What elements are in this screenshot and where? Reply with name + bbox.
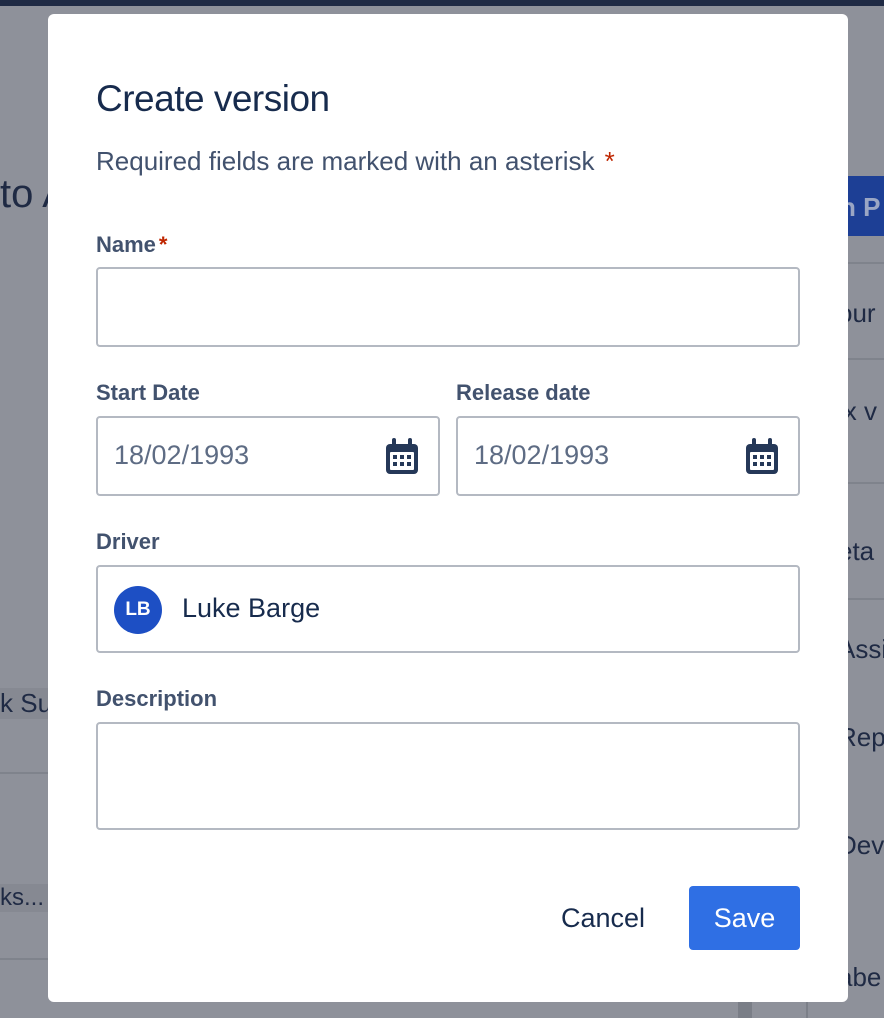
cancel-button[interactable]: Cancel (538, 886, 668, 950)
dialog-title: Create version (96, 78, 330, 119)
calendar-icon[interactable] (744, 438, 780, 476)
release-date-label: Release date (456, 380, 591, 405)
required-note-text: Required fields are marked with an aster… (96, 146, 595, 176)
background-divider (848, 482, 884, 484)
background-list-item: k Su (0, 688, 48, 719)
release-date-input[interactable]: 18/02/1993 (456, 416, 800, 496)
app-top-bar (0, 0, 884, 6)
start-date-label: Start Date (96, 380, 200, 405)
background-side-item: abe (848, 962, 882, 992)
background-primary-button: n P (848, 176, 884, 236)
save-button[interactable]: Save (689, 886, 800, 950)
name-label-text: Name (96, 232, 156, 257)
background-side-item: ix v (848, 396, 877, 426)
background-side-item: Assi (848, 634, 884, 664)
background-divider (848, 358, 884, 360)
required-asterisk: * (158, 232, 168, 257)
background-divider (848, 262, 884, 264)
background-side-item: our (848, 298, 876, 328)
required-fields-note: Required fields are marked with an aster… (96, 146, 615, 177)
start-date-value: 18/02/1993 (114, 440, 250, 470)
driver-name: Luke Barge (182, 593, 321, 623)
background-side-item: Rep (848, 722, 884, 752)
release-date-value: 18/02/1993 (474, 440, 610, 470)
calendar-icon[interactable] (384, 438, 420, 476)
avatar: LB (114, 586, 162, 634)
start-date-input[interactable]: 18/02/1993 (96, 416, 440, 496)
required-asterisk: * (604, 146, 615, 176)
description-textarea[interactable] (96, 722, 800, 830)
background-scrollbar (738, 1002, 752, 1018)
background-page-title: to A (0, 172, 48, 216)
name-label: Name * (96, 232, 167, 258)
name-input[interactable] (96, 267, 800, 347)
background-list-item: ks... (0, 884, 48, 912)
background-divider (0, 958, 48, 960)
description-label: Description (96, 686, 218, 711)
background-divider (848, 598, 884, 600)
background-divider (0, 772, 48, 774)
background-side-item: Dev (848, 830, 884, 860)
background-divider (806, 1002, 808, 1018)
create-version-dialog: Create version Required fields are marke… (48, 14, 848, 1002)
driver-label: Driver (96, 529, 160, 554)
background-button-label: n P (848, 192, 881, 222)
background-side-item: eta (848, 536, 875, 566)
driver-picker[interactable]: LB Luke Barge (96, 565, 800, 653)
